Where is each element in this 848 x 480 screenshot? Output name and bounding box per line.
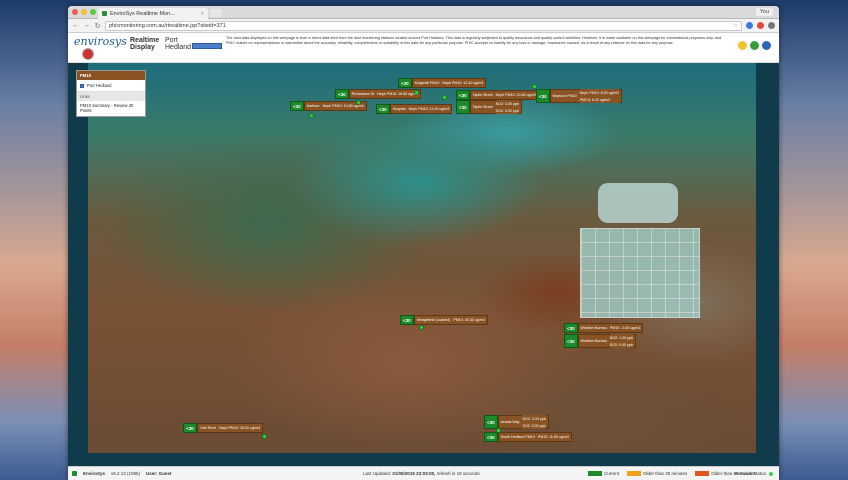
- satellite-map[interactable]: <30 Harbour Neph PM10: 10.80 ug/m3 <30 Ri…: [88, 63, 756, 453]
- station-dot-icon[interactable]: [496, 428, 501, 433]
- zoom-window-icon[interactable]: [90, 9, 96, 15]
- legend-30min: Older than 30 minutes: [627, 471, 687, 477]
- browser-toolbar: ← → ↻ phicmonitoring.com.au/rtrealtime.j…: [68, 19, 779, 33]
- last-updated: Last Updated: 21/05/2015 23:03:00, refre…: [363, 471, 480, 476]
- station-marker[interactable]: <30 South Hedland PM10 PM10: 11.00 ug/m3: [484, 432, 572, 442]
- station-marker[interactable]: <30 Neptune PM10 Neph PM10: 8.00 ug/m3 PM2…: [536, 89, 622, 103]
- station-marker[interactable]: <30 Taplin Street Neph PM10: 10.80 ug/m3: [456, 90, 540, 100]
- salt-ponds: [580, 228, 700, 318]
- station-marker[interactable]: <30 Taplin Street NO2: 3.00 ppb SO2: 0.00 …: [456, 100, 523, 114]
- header-icons: [738, 41, 771, 50]
- station-marker[interactable]: <30 Acacia Way NO2: 3.00 ppb SO2: 3.00 ppb: [484, 415, 549, 429]
- menu-icon[interactable]: [768, 22, 775, 29]
- station-dot-icon[interactable]: [532, 84, 537, 89]
- star-icon[interactable]: [738, 41, 747, 50]
- export-icon[interactable]: [750, 41, 759, 50]
- page-header: envirosys Realtime Display Port Hedland …: [68, 33, 779, 63]
- window-controls: [72, 9, 96, 15]
- network-status: Network Status:: [735, 471, 773, 476]
- address-bar[interactable]: phicmonitoring.com.au/rtrealtime.jsp?sit…: [105, 20, 742, 31]
- legend: Current Older than 30 minutes Older than…: [588, 471, 756, 477]
- station-marker[interactable]: <30 Hospital Neph PM10: 11.00 ug/m3: [376, 104, 453, 114]
- url-text: phicmonitoring.com.au/rtrealtime.jsp?sit…: [109, 22, 226, 29]
- network-status-icon: [769, 471, 773, 476]
- extension-icon[interactable]: [746, 22, 753, 29]
- app-name: EnviroSys: [83, 471, 106, 476]
- checkbox-icon[interactable]: [80, 83, 84, 88]
- app-version: v6.2.13 (1095): [111, 471, 141, 476]
- close-tab-icon[interactable]: ×: [201, 11, 204, 17]
- station-dot-icon[interactable]: [442, 95, 447, 100]
- phic-logo-icon: [82, 48, 94, 60]
- profile-button[interactable]: You: [755, 8, 773, 16]
- browser-window: EnviroSys Realtime Mon... × You ← → ↻ ph…: [68, 6, 779, 480]
- station-marker[interactable]: <30 Weather Bureau NO2: 1.00 ppb SO2: 0.00…: [564, 334, 637, 348]
- panel-header: PM10: [77, 71, 145, 80]
- station-dot-icon[interactable]: [414, 90, 419, 95]
- station-marker[interactable]: <30 Yule River Neph PM10: 15.00 ug/m3: [183, 423, 263, 433]
- close-window-icon[interactable]: [72, 9, 78, 15]
- app-icon: [72, 471, 77, 476]
- site-selector[interactable]: [192, 43, 222, 49]
- bookmark-star-icon[interactable]: ☆: [733, 23, 738, 29]
- envirosys-logo: envirosys: [74, 35, 127, 48]
- station-marker[interactable]: <30 Richardson St Neph PM10: 16.60 ug/m3: [335, 89, 422, 99]
- station-dot-icon[interactable]: [262, 434, 267, 439]
- tab-title: EnviroSys Realtime Mon...: [110, 10, 175, 17]
- refresh-icon[interactable]: [762, 41, 771, 50]
- station-dot-icon[interactable]: [309, 113, 314, 118]
- page-title: Realtime Display: [130, 37, 160, 51]
- station-marker[interactable]: <30 Wedgefield (Lavidez) PM10: 30.30 ug/m…: [400, 315, 488, 325]
- browser-tab[interactable]: EnviroSys Realtime Mon... ×: [98, 8, 208, 19]
- station-marker[interactable]: <30 Kingsmill PM10 Neph PM10: 12.40 ug/m3: [398, 78, 487, 88]
- tab-bar: EnviroSys Realtime Mon... × You: [68, 6, 779, 19]
- extension-icon[interactable]: [757, 22, 764, 29]
- site-panel: PM10 Port Hedland Links PM10 Summary - R…: [76, 70, 146, 117]
- site-name: Port Hedland: [165, 37, 192, 51]
- site-item-port-hedland[interactable]: Port Hedland: [77, 80, 145, 92]
- new-tab-button[interactable]: [210, 9, 222, 17]
- user-label: User: Guest: [146, 471, 172, 476]
- station-dot-icon[interactable]: [356, 100, 361, 105]
- minimize-window-icon[interactable]: [81, 9, 87, 15]
- links-header: Links: [77, 92, 145, 101]
- back-icon[interactable]: ←: [72, 22, 79, 29]
- legend-current: Current: [588, 471, 619, 477]
- main-area: <30 Harbour Neph PM10: 10.80 ug/m3 <30 Ri…: [68, 63, 779, 466]
- favicon-icon: [102, 11, 107, 16]
- salt-pond: [598, 183, 678, 223]
- disclaimer-text: The dust data displayed on this webpage …: [226, 36, 722, 45]
- status-bar: EnviroSys v6.2.13 (1095) User: Guest Las…: [68, 466, 779, 480]
- forward-icon[interactable]: →: [83, 22, 90, 29]
- station-dot-icon[interactable]: [419, 325, 424, 330]
- station-marker[interactable]: <30 Weather Bureau PM10: -0.30 ug/m3: [564, 323, 644, 333]
- summary-link[interactable]: PM10 Summary - Review 30 Points: [77, 101, 145, 116]
- reload-icon[interactable]: ↻: [94, 22, 101, 30]
